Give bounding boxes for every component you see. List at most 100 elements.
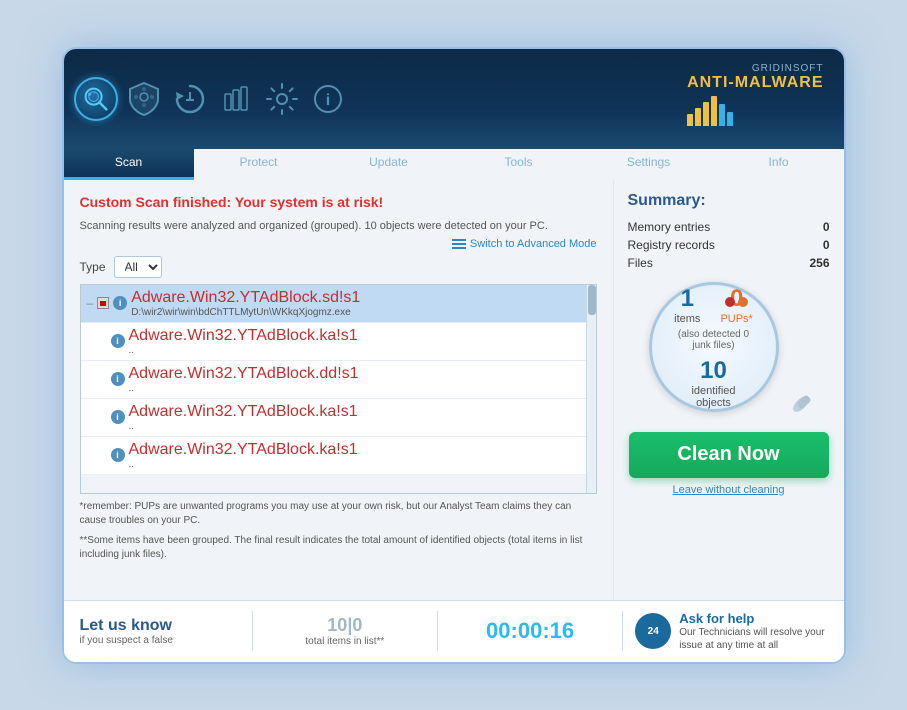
summary-row-files: Files 256 (628, 254, 830, 272)
footer-count-section: 10|0 total items in list** (265, 615, 425, 647)
leave-without-cleaning-link[interactable]: Leave without cleaning (673, 484, 785, 496)
ask-for-help-title: Ask for help (679, 611, 827, 626)
info-icon: i (111, 334, 125, 348)
dot-orange (738, 297, 748, 307)
threat-name: Adware.Win32.YTAdBlock.ka!s1 (129, 441, 358, 459)
threat-path: .. (129, 421, 358, 432)
result-group-1: – i Adware.Win32.YTAdBlock.sd!s1 D:\wir2… (81, 285, 586, 323)
threat-path: .. (129, 345, 358, 356)
results-list[interactable]: – i Adware.Win32.YTAdBlock.sd!s1 D:\wir2… (81, 285, 586, 493)
items-stat: 1 items (674, 285, 700, 325)
info-icon: i (113, 296, 127, 310)
scan-subtitle: Scanning results were analyzed and organ… (80, 220, 597, 232)
update-nav-icon (170, 79, 210, 119)
table-row[interactable]: i Adware.Win32.YTAdBlock.ka!s1 .. (81, 399, 586, 436)
clean-now-button[interactable]: Clean Now (629, 432, 829, 478)
nav-settings-label: Settings (627, 155, 670, 169)
let-us-know-label: Let us know (80, 617, 172, 635)
app-window: i GRIDINSOFT ANTI-MALWARE Scan Protect (64, 49, 844, 662)
info-nav-icon: i (308, 79, 348, 119)
type-select[interactable]: All (114, 256, 162, 278)
scan-title-prefix: Custom Scan finished: (80, 194, 235, 210)
collapse-icon: – (87, 297, 94, 309)
threat-path: D:\wir2\wir\win\bdChTTLMytUn\WKkqXjogmz.… (131, 307, 360, 318)
type-label: Type (80, 260, 106, 274)
help-text: Ask for help Our Technicians will resolv… (679, 611, 827, 652)
bar1 (687, 114, 693, 126)
info-icon: i (111, 448, 125, 462)
mag-dots (725, 297, 748, 307)
result-group-4: i Adware.Win32.YTAdBlock.ka!s1 .. (81, 399, 586, 437)
result-group-2: i Adware.Win32.YTAdBlock.ka!s1 .. (81, 323, 586, 361)
items-label: items (674, 313, 700, 325)
pups-label: PUPs* (720, 313, 752, 325)
protect-nav-icon (124, 79, 164, 119)
help-desc: Our Technicians will resolve your issue … (679, 626, 827, 652)
checkbox[interactable] (97, 297, 109, 309)
threat-name: Adware.Win32.YTAdBlock.ka!s1 (129, 403, 358, 421)
files-value: 256 (809, 256, 829, 270)
threat-name: Adware.Win32.YTAdBlock.ka!s1 (129, 327, 358, 345)
nav-scan-label: Scan (115, 155, 142, 169)
nav-protect-label: Protect (239, 155, 277, 169)
checkbox-cell (97, 297, 109, 309)
nav-update[interactable]: Update (324, 149, 454, 180)
registry-label: Registry records (628, 238, 715, 252)
header: i GRIDINSOFT ANTI-MALWARE (64, 49, 844, 149)
summary-title: Summary: (628, 192, 830, 210)
summary-table: Memory entries 0 Registry records 0 File… (628, 218, 830, 272)
table-row[interactable]: i Adware.Win32.YTAdBlock.ka!s1 .. (81, 437, 586, 474)
registry-value: 0 (823, 238, 830, 252)
threat-name: Adware.Win32.YTAdBlock.sd!s1 (131, 289, 360, 307)
threat-path: .. (129, 383, 359, 394)
count-zero: 0 (352, 615, 362, 635)
nav-tools-label: Tools (504, 155, 532, 169)
type-filter: Type All (80, 256, 597, 278)
nav-info[interactable]: Info (714, 149, 844, 180)
note1: *remember: PUPs are unwanted programs yo… (80, 500, 597, 528)
info-icon: i (111, 410, 125, 424)
main-panel: Custom Scan finished: Your system is at … (64, 180, 614, 600)
table-row[interactable]: i Adware.Win32.YTAdBlock.dd!s1 .. (81, 361, 586, 398)
footer-count: 10|0 (265, 615, 425, 636)
footer: Let us know if you suspect a false 10|0 … (64, 600, 844, 662)
table-row[interactable]: i Adware.Win32.YTAdBlock.ka!s1 .. (81, 323, 586, 360)
magnifier-area: 1 items 0 PUPs* (also detected 0 junk fi… (639, 282, 819, 422)
brand-icon (687, 96, 823, 126)
table-row[interactable]: – i Adware.Win32.YTAdBlock.sd!s1 D:\wir2… (81, 285, 586, 322)
nav-tools[interactable]: Tools (454, 149, 584, 180)
content-area: Custom Scan finished: Your system is at … (64, 180, 844, 600)
nav-settings[interactable]: Settings (584, 149, 714, 180)
footer-divider-2 (437, 611, 438, 651)
scan-nav-icon (74, 77, 118, 121)
footer-divider-1 (252, 611, 253, 651)
footer-help: 24 Ask for help Our Technicians will res… (635, 611, 827, 652)
advanced-mode-text: Switch to Advanced Mode (470, 238, 597, 250)
results-wrap: – i Adware.Win32.YTAdBlock.sd!s1 D:\wir2… (80, 284, 597, 494)
identified-label: identified objects (691, 385, 735, 409)
bar6 (727, 112, 733, 126)
bar3 (703, 102, 709, 126)
if-suspect-label: if you suspect a false (80, 635, 173, 646)
memory-value: 0 (823, 220, 830, 234)
brand-sub: GRIDINSOFT (687, 63, 823, 74)
advanced-mode-link[interactable]: Switch to Advanced Mode (80, 238, 597, 250)
footer-count-sub: total items in list** (265, 636, 425, 647)
tools-nav-icon (216, 79, 256, 119)
brand: GRIDINSOFT ANTI-MALWARE (687, 63, 833, 134)
footer-timer: 00:00:16 (450, 618, 610, 644)
bar4 (711, 96, 717, 126)
scan-title-risk: Your system is at risk! (235, 194, 383, 210)
summary-row-memory: Memory entries 0 (628, 218, 830, 236)
nav-info-label: Info (768, 155, 788, 169)
nav-scan[interactable]: Scan (64, 149, 194, 180)
note2: **Some items have been grouped. The fina… (80, 534, 597, 562)
files-label: Files (628, 256, 653, 270)
nav-protect[interactable]: Protect (194, 149, 324, 180)
threat-name: Adware.Win32.YTAdBlock.dd!s1 (129, 365, 359, 383)
scrollbar[interactable] (586, 285, 596, 493)
count-main: 10 (327, 615, 347, 635)
dot-red (725, 297, 735, 307)
result-group-3: i Adware.Win32.YTAdBlock.dd!s1 .. (81, 361, 586, 399)
also-junk: (also detected 0 junk files) (678, 329, 749, 351)
